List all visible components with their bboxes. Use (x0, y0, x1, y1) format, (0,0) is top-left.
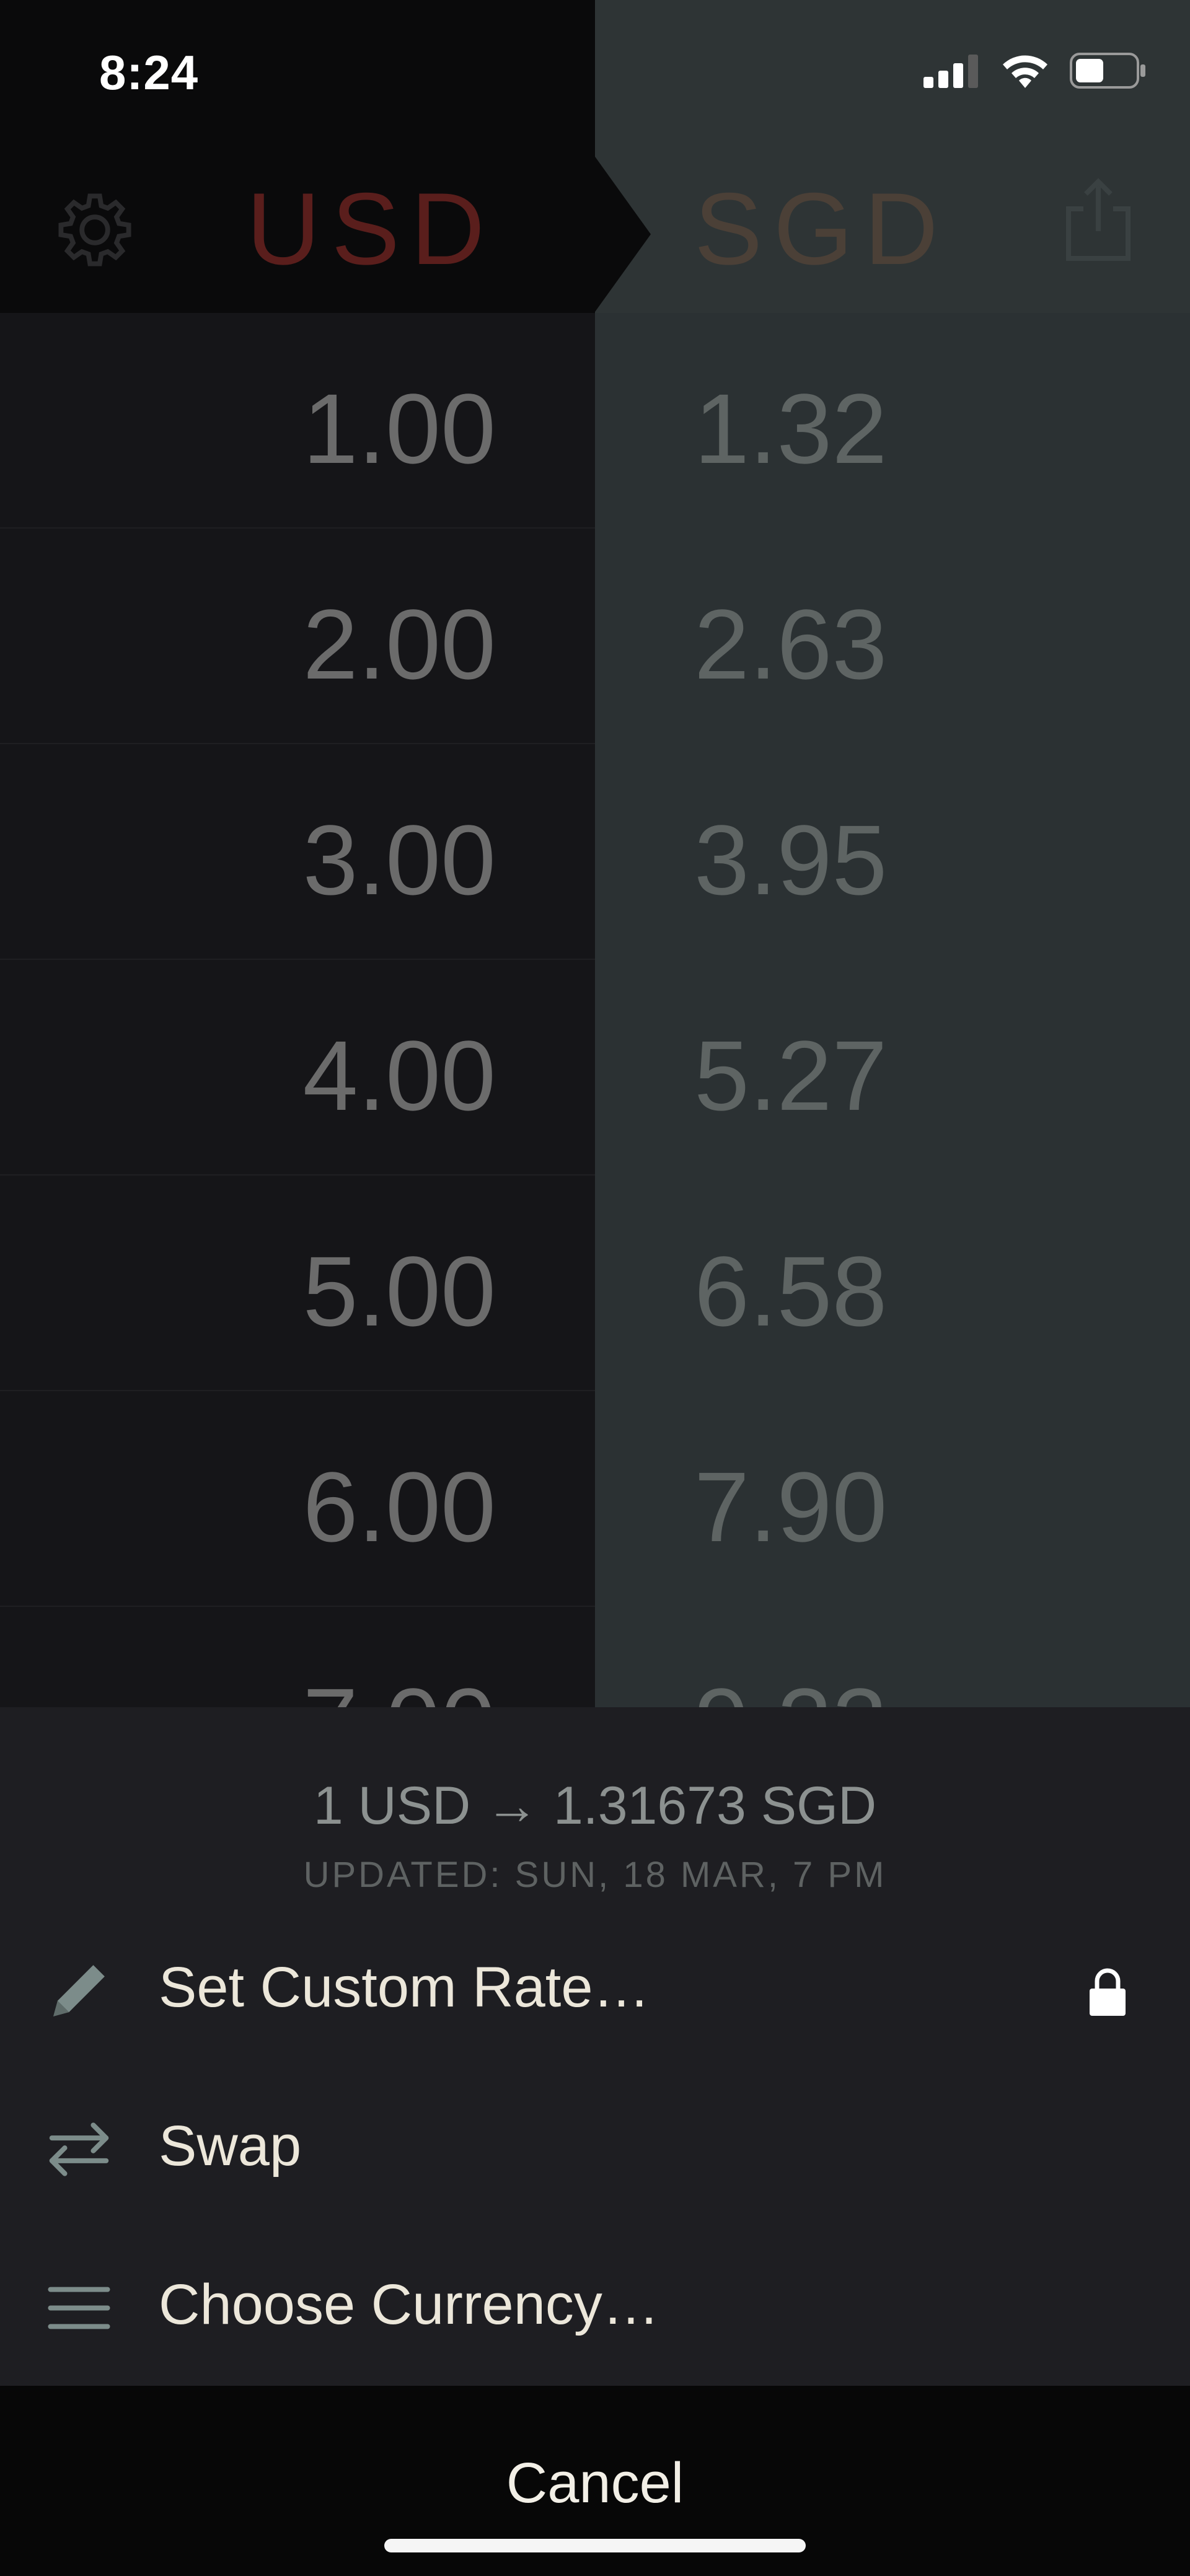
share-icon[interactable] (1061, 177, 1135, 263)
cellular-signal-icon (923, 55, 978, 88)
row-divider (0, 1606, 595, 1607)
status-icons (923, 52, 1147, 89)
exchange-rate-label: 1 USD → 1.31673 SGD (313, 1776, 877, 1835)
status-time: 8:24 (99, 45, 199, 100)
pencil-icon (53, 1965, 105, 2016)
wifi-icon (1003, 55, 1047, 88)
home-indicator[interactable] (384, 2539, 806, 2552)
converter-screen: 8:24 USD SGD 1.00 1.32 2.00 2.63 3.00 3.… (0, 0, 1190, 2576)
battery-icon (1070, 53, 1145, 89)
to-amount: 7.90 (694, 1451, 888, 1562)
to-amount: 6.58 (694, 1236, 888, 1347)
set-custom-rate-button[interactable]: Set Custom Rate… (0, 1912, 1190, 2070)
conversion-row[interactable]: 2.00 2.63 (0, 529, 1190, 744)
to-currency-code[interactable]: SGD (694, 170, 1004, 288)
swap-button[interactable]: Swap (0, 2070, 1190, 2229)
from-amount: 4.00 (302, 1020, 496, 1131)
to-amount: 5.27 (694, 1020, 888, 1131)
conversion-row-partial[interactable]: 7.00 9.22 (0, 1607, 1190, 1707)
direction-chevron (594, 155, 651, 314)
list-icon (48, 2287, 110, 2329)
conversion-row[interactable]: 4.00 5.27 (0, 960, 1190, 1176)
to-amount: 3.95 (694, 804, 888, 915)
choose-currency-label: Choose Currency… (159, 2273, 659, 2336)
from-amount: 6.00 (302, 1451, 496, 1562)
cancel-button[interactable]: Cancel (0, 2386, 1190, 2576)
conversion-row[interactable]: 1.00 1.32 (0, 313, 1190, 529)
conversion-row[interactable]: 6.00 7.90 (0, 1391, 1190, 1607)
from-amount: 1.00 (302, 373, 496, 484)
conversion-row[interactable]: 3.00 3.95 (0, 744, 1190, 960)
to-amount: 9.22 (694, 1666, 1066, 1707)
to-amount: 2.63 (694, 589, 888, 700)
set-custom-rate-label: Set Custom Rate… (159, 1956, 650, 2019)
conversion-row[interactable]: 5.00 6.58 (0, 1176, 1190, 1391)
from-amount: 3.00 (302, 804, 496, 915)
to-amount: 1.32 (694, 373, 888, 484)
swap-label: Swap (159, 2114, 302, 2178)
conversion-table: 1.00 1.32 2.00 2.63 3.00 3.95 4.00 5.27 … (0, 313, 1190, 1607)
lock-icon (1090, 1968, 1126, 2016)
choose-currency-button[interactable]: Choose Currency… (0, 2229, 1190, 2388)
cancel-label: Cancel (506, 2451, 684, 2515)
action-sheet: 1 USD → 1.31673 SGD UPDATED: SUN, 18 MAR… (0, 1707, 1190, 2386)
from-amount: 5.00 (302, 1236, 496, 1347)
swap-icon (49, 2122, 109, 2176)
from-amount: 7.00 (0, 1666, 496, 1707)
from-currency-code[interactable]: USD (0, 170, 496, 288)
updated-timestamp: UPDATED: SUN, 18 MAR, 7 PM (303, 1855, 887, 1895)
from-amount: 2.00 (302, 589, 496, 700)
